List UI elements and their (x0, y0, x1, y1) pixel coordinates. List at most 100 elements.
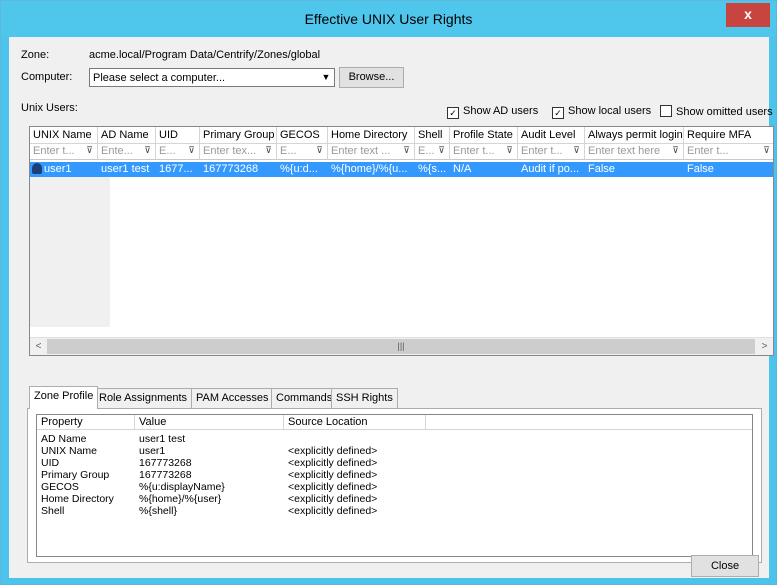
filter-input[interactable]: Ente... (101, 145, 133, 157)
show-omitted-users-checkbox[interactable]: Show omitted users (660, 105, 773, 118)
zone-profile-list[interactable]: Property Value Source Location AD Name us… (36, 414, 753, 557)
filter-icon[interactable]: ⊽ (84, 145, 95, 156)
property-value: user1 test (139, 433, 186, 445)
filter-input[interactable]: Enter text ... (331, 145, 390, 157)
filter-cell-uid[interactable]: E... ⊽ (156, 144, 200, 160)
property-source: <explicitly defined> (288, 505, 378, 517)
checkbox-box[interactable] (660, 105, 672, 117)
filter-cell-shell[interactable]: E... ⊽ (415, 144, 450, 160)
property-name: UID (41, 457, 60, 469)
filter-input[interactable]: E... (418, 145, 435, 157)
filter-input[interactable]: Enter t... (33, 145, 75, 157)
property-source: <explicitly defined> (288, 457, 378, 469)
filter-cell-profile-state[interactable]: Enter t... ⊽ (450, 144, 518, 160)
window-title: Effective UNIX User Rights (304, 11, 473, 27)
property-name: Shell (41, 505, 65, 517)
dialog-body: Zone: acme.local/Program Data/Centrify/Z… (9, 37, 774, 578)
computer-label: Computer: (21, 71, 73, 83)
property-value: user1 (139, 445, 166, 457)
column-header-spacer (426, 415, 752, 430)
filter-cell-unix-name[interactable]: Enter t... ⊽ (30, 144, 98, 160)
filter-input[interactable]: Enter t... (687, 145, 729, 157)
filter-icon[interactable]: ⊽ (401, 145, 412, 156)
cell-gecos: %{u:d... (280, 163, 318, 175)
filter-icon[interactable]: ⊽ (670, 145, 681, 156)
column-header-unix-name[interactable]: UNIX Name (30, 127, 98, 144)
column-header-profile-state[interactable]: Profile State (450, 127, 518, 144)
computer-select[interactable]: Please select a computer... ▼ (89, 68, 335, 87)
filter-input[interactable]: E... (159, 145, 176, 157)
filter-icon[interactable]: ⊽ (142, 145, 153, 156)
cell-ad-name: user1 test (101, 163, 150, 175)
filter-icon[interactable]: ⊽ (186, 145, 197, 156)
show-ad-users-checkbox[interactable]: ✓ Show AD users (447, 105, 538, 119)
column-header-value[interactable]: Value (135, 415, 284, 430)
property-value: %{home}/%{user} (139, 493, 222, 505)
horizontal-scrollbar[interactable]: < ||| > (30, 337, 773, 355)
filter-icon[interactable]: ⊽ (436, 145, 447, 156)
table-row[interactable]: user1 user1 test 1677... 167773268 %{u:d… (30, 162, 773, 177)
tab-zone-profile[interactable]: Zone Profile (29, 386, 99, 409)
scroll-right-icon[interactable]: > (756, 338, 773, 355)
close-button[interactable]: Close (691, 555, 759, 577)
column-header-shell[interactable]: Shell (415, 127, 450, 144)
filter-cell-primary-group[interactable]: Enter tex... ⊽ (200, 144, 277, 160)
checkbox-box[interactable]: ✓ (552, 107, 564, 119)
unix-users-grid[interactable]: UNIX Name AD Name UID Primary Group GECO… (29, 126, 774, 356)
browse-button[interactable]: Browse... (339, 67, 404, 88)
filter-input[interactable]: Enter tex... (203, 145, 256, 157)
property-value: 167773268 (139, 457, 192, 469)
tab-pam-accesses[interactable]: PAM Accesses (191, 388, 274, 408)
close-window-button[interactable]: x (726, 3, 770, 27)
show-local-users-checkbox[interactable]: ✓ Show local users (552, 105, 651, 119)
column-header-primary-group[interactable]: Primary Group (200, 127, 277, 144)
filter-input[interactable]: Enter text here (588, 145, 660, 157)
filter-cell-audit-level[interactable]: Enter t... ⊽ (518, 144, 585, 160)
filter-cell-ad-name[interactable]: Ente... ⊽ (98, 144, 156, 160)
column-header-gecos[interactable]: GECOS (277, 127, 328, 144)
property-source: <explicitly defined> (288, 445, 378, 457)
filter-icon[interactable]: ⊽ (314, 145, 325, 156)
filter-cell-gecos[interactable]: E... ⊽ (277, 144, 328, 160)
filter-cell-require-mfa[interactable]: Enter t... ⊽ (684, 144, 773, 160)
filter-icon[interactable]: ⊽ (263, 145, 274, 156)
unix-users-label: Unix Users: (21, 102, 78, 114)
column-header-source-location[interactable]: Source Location (284, 415, 426, 430)
tab-ssh-rights[interactable]: SSH Rights (331, 388, 398, 408)
filter-cell-always-permit-login[interactable]: Enter text here ⊽ (585, 144, 684, 160)
property-name: GECOS (41, 481, 79, 493)
computer-select-value: Please select a computer... (93, 72, 226, 84)
cell-audit-level: Audit if po... (521, 163, 580, 175)
property-source: <explicitly defined> (288, 481, 378, 493)
user-icon (32, 163, 42, 174)
cell-always-permit-login: False (588, 163, 615, 175)
property-name: AD Name (41, 433, 87, 445)
show-local-users-label: Show local users (568, 105, 652, 117)
filter-icon[interactable]: ⊽ (571, 145, 582, 156)
scrollbar-thumb[interactable]: ||| (47, 339, 755, 354)
filter-input[interactable]: Enter t... (521, 145, 563, 157)
column-header-home-directory[interactable]: Home Directory (328, 127, 415, 144)
column-header-uid[interactable]: UID (156, 127, 200, 144)
user-cell[interactable]: user1 (30, 162, 98, 177)
column-header-always-permit-login[interactable]: Always permit login (585, 127, 684, 144)
tab-role-assignments[interactable]: Role Assignments (94, 388, 193, 408)
column-header-require-mfa[interactable]: Require MFA (684, 127, 773, 144)
cell-profile-state: N/A (453, 163, 472, 175)
column-header-ad-name[interactable]: AD Name (98, 127, 156, 144)
filter-cell-home-directory[interactable]: Enter text ... ⊽ (328, 144, 415, 160)
chevron-down-icon[interactable]: ▼ (318, 69, 334, 86)
property-name: Primary Group (41, 469, 110, 481)
filter-input[interactable]: E... (280, 145, 297, 157)
scroll-left-icon[interactable]: < (30, 338, 47, 355)
property-source: <explicitly defined> (288, 469, 378, 481)
show-omitted-users-label: Show omitted users (676, 106, 773, 118)
checkbox-box[interactable]: ✓ (447, 107, 459, 119)
column-header-property[interactable]: Property (37, 415, 135, 430)
filter-icon[interactable]: ⊽ (761, 145, 772, 156)
column-header-audit-level[interactable]: Audit Level (518, 127, 585, 144)
tab-commands[interactable]: Commands (271, 388, 338, 408)
property-value: %{shell} (139, 505, 177, 517)
filter-input[interactable]: Enter t... (453, 145, 495, 157)
filter-icon[interactable]: ⊽ (504, 145, 515, 156)
